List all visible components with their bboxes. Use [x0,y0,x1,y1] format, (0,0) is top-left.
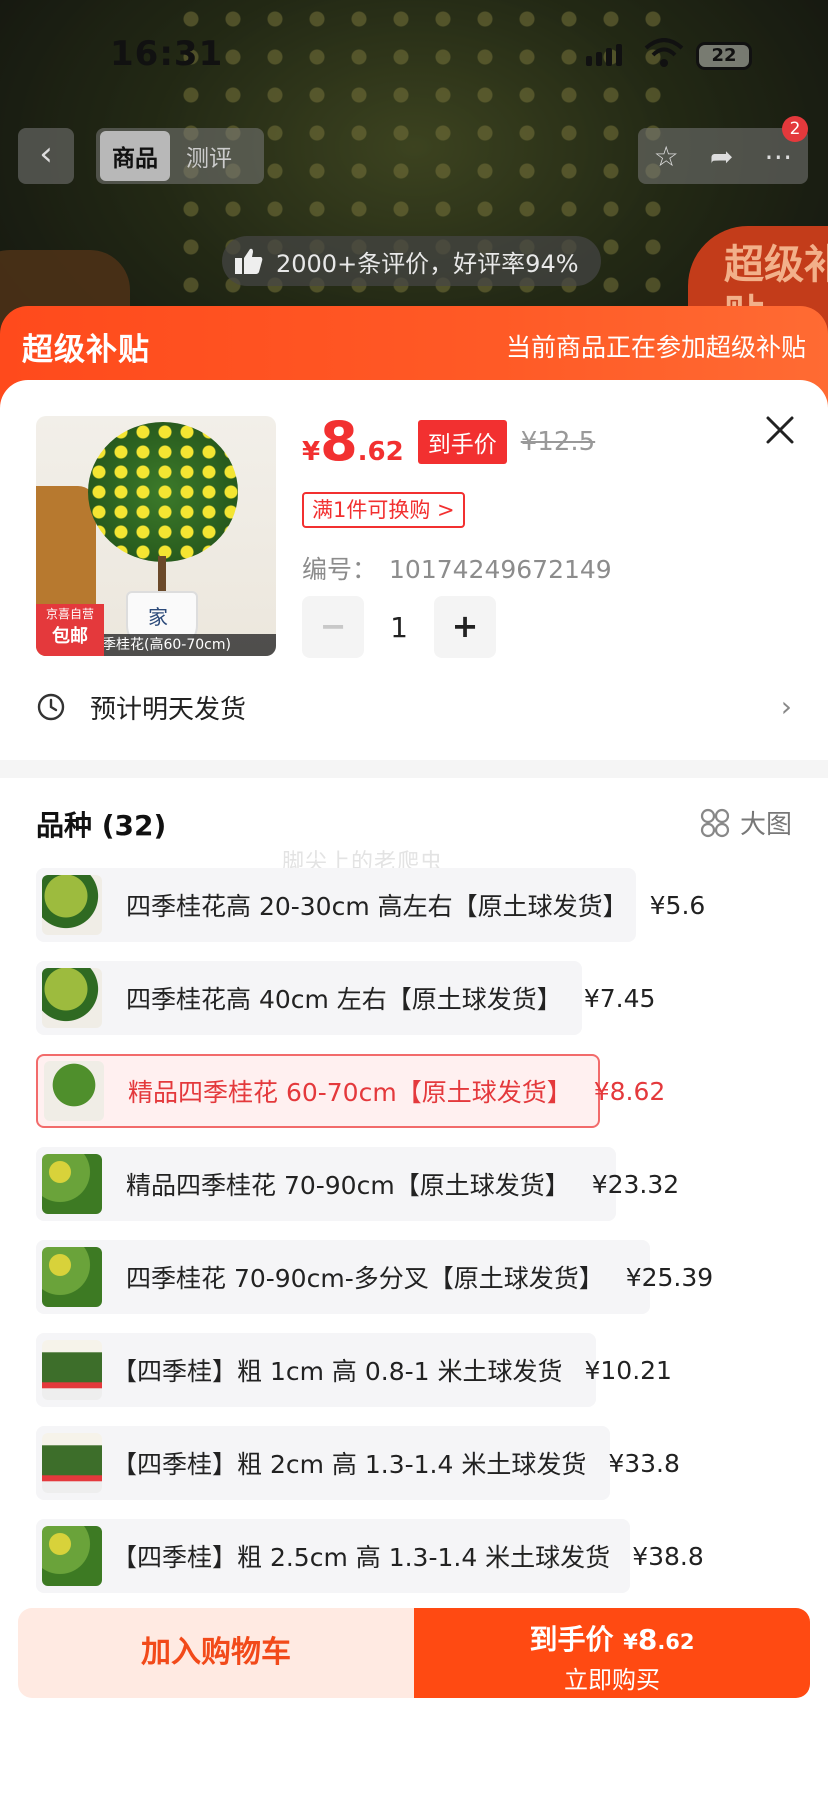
close-icon[interactable] [760,410,800,450]
price-row: ¥ 8 .62 到手价 ¥12.5 [302,414,595,470]
top-right-tools: ☆ ➦ ⋯ 2 [638,116,808,184]
sku-selection-sheet: 家 季桂花(高60-70cm) 京喜自营 包邮 ¥ 8 .62 到手价 ¥12.… [0,380,828,1795]
variety-thumbnail [42,1433,102,1493]
tab-switcher: 商品 测评 [96,128,264,184]
thumbs-up-icon [235,248,263,274]
sku-number: 编号： 10174249672149 [302,550,612,586]
pot-text: 家 [148,605,168,629]
self-operated-free-shipping-tag: 京喜自营 包邮 [36,604,104,656]
variety-thumbnail [44,1061,104,1121]
variety-option[interactable]: 四季桂花 70-90cm-多分叉【原土球发货】 ¥25.39 [36,1240,713,1314]
variety-option-price: ¥23.32 [591,1169,680,1199]
variety-option-label: 四季桂花 70-90cm-多分叉【原土球发货】 [126,1264,604,1293]
variety-option-label: 【四季桂】粗 2cm 高 1.3-1.4 米土球发货 [112,1450,587,1479]
top-navigation: ‹ 商品 测评 ☆ ➦ ⋯ 2 [0,116,828,184]
wifi-icon [644,38,684,67]
banner-title: 超级补贴 [22,332,150,368]
variety-option[interactable]: 【四季桂】粗 2cm 高 1.3-1.4 米土球发货 ¥33.8 [36,1426,680,1500]
variety-option-label: 四季桂花高 20-30cm 高左右【原土球发货】 [126,892,628,921]
price-integer: 8 [320,410,358,473]
variety-option[interactable]: 【四季桂】粗 2.5cm 高 1.3-1.4 米土球发货 ¥38.8 [36,1519,704,1593]
original-price: ¥12.5 [520,427,596,457]
sku-label: 编号： [302,555,378,584]
message-badge: 2 [782,116,808,142]
variety-option-price: ¥8.62 [593,1076,666,1106]
tab-review[interactable]: 测评 [174,131,244,181]
variety-options-list: 四季桂花高 20-30cm 高左右【原土球发货】 ¥5.6 四季桂花高 40cm… [36,868,796,1612]
price-decimal: .62 [357,437,404,467]
variety-thumbnail [42,1247,102,1307]
variety-option-label: 【四季桂】粗 2.5cm 高 1.3-1.4 米土球发货 [112,1543,611,1572]
battery-icon: 22 [696,42,752,70]
variety-option-label: 精品四季桂花 70-90cm【原土球发货】 [126,1171,570,1200]
variety-thumbnail [42,1526,102,1586]
variety-option-label: 四季桂花高 40cm 左右【原土球发货】 [126,985,562,1014]
variety-option-price: ¥25.39 [625,1262,714,1292]
variety-option-price: ¥7.45 [583,983,656,1013]
quantity-stepper: − 1 + [302,596,496,658]
quantity-value[interactable]: 1 [364,611,434,644]
variety-thumbnail [42,1340,102,1400]
variety-option[interactable]: 【四季桂】粗 1cm 高 0.8-1 米土球发货 ¥10.21 [36,1333,672,1407]
variety-thumbnail [42,1154,102,1214]
tab-product[interactable]: 商品 [100,131,170,181]
buy-now-currency: ¥ [623,1630,638,1654]
decrease-quantity-button[interactable]: − [302,596,364,658]
star-favorite-icon[interactable]: ☆ [654,140,679,173]
free-shipping-label: 包邮 [52,626,88,647]
buy-now-label: 立即购买 [564,1666,660,1694]
variety-option-label: 精品四季桂花 60-70cm【原土球发货】 [128,1078,572,1107]
grid-view-icon [700,808,730,837]
buy-now-price-prefix: 到手价 [529,1623,614,1656]
sku-value: 10174249672149 [389,555,612,584]
chevron-left-icon: ‹ [39,134,53,174]
variety-thumbnail [42,968,102,1028]
variety-option[interactable]: 精品四季桂花 70-90cm【原土球发货】 ¥23.32 [36,1147,679,1221]
more-icon[interactable]: ⋯ [764,140,792,173]
product-image-caption: 季桂花(高60-70cm) [98,634,276,656]
buy-now-button[interactable]: 到手价 ¥8.62 立即购买 [414,1608,810,1698]
currency-symbol: ¥ [302,437,321,467]
variety-option-price: ¥38.8 [632,1541,704,1571]
variety-option-price: ¥10.21 [584,1355,672,1385]
shipping-estimate-label: 预计明天发货 [90,694,247,725]
buy-now-price-dec: .62 [657,1630,695,1654]
clock-icon [37,693,65,721]
variety-option[interactable]: 四季桂花高 20-30cm 高左右【原土球发货】 ¥5.6 [36,868,705,942]
chevron-right-icon: › [780,690,792,723]
current-price: ¥ 8 .62 [302,414,404,470]
add-to-cart-button[interactable]: 加入购物车 [18,1608,414,1698]
exchange-promo-tag[interactable]: 满1件可换购 > [302,492,465,528]
status-time: 16:31 [110,34,224,74]
variety-option-price: ¥5.6 [649,890,706,920]
back-button[interactable]: ‹ [18,128,74,184]
big-image-label: 大图 [740,810,793,840]
self-operated-label: 京喜自营 [45,607,94,621]
status-bar: 16:31 22 [0,0,828,110]
shipping-estimate-row[interactable]: 预计明天发货 › [36,682,792,732]
variety-thumbnail [42,875,102,935]
buy-now-price-int: 8 [637,1623,658,1656]
final-price-tag: 到手价 [417,420,507,464]
variety-section-title: 品种 (32) [36,809,167,842]
variety-option-selected[interactable]: 精品四季桂花 60-70cm【原土球发货】 ¥8.62 [36,1054,665,1128]
variety-option-label: 【四季桂】粗 1cm 高 0.8-1 米土球发货 [112,1357,563,1386]
product-image[interactable]: 家 季桂花(高60-70cm) 京喜自营 包邮 [36,416,276,656]
increase-quantity-button[interactable]: + [434,596,496,658]
variety-option-price: ¥33.8 [608,1448,680,1478]
variety-option[interactable]: 四季桂花高 40cm 左右【原土球发货】 ¥7.45 [36,961,655,1035]
cellular-signal-icon [586,44,622,66]
banner-description: 当前商品正在参加超级补贴 [505,333,806,362]
bottom-action-bar: 加入购物车 到手价 ¥8.62 立即购买 [18,1608,810,1698]
section-divider [0,760,828,778]
big-image-toggle[interactable]: 大图 [700,804,792,841]
buy-now-price-line: 到手价 ¥8.62 [414,1618,810,1658]
plant-foliage [88,422,238,562]
review-summary-text: 2000+条评价，好评率94% [276,249,579,278]
review-summary-pill[interactable]: 2000+条评价，好评率94% [222,236,601,286]
share-icon[interactable]: ➦ [710,140,733,173]
